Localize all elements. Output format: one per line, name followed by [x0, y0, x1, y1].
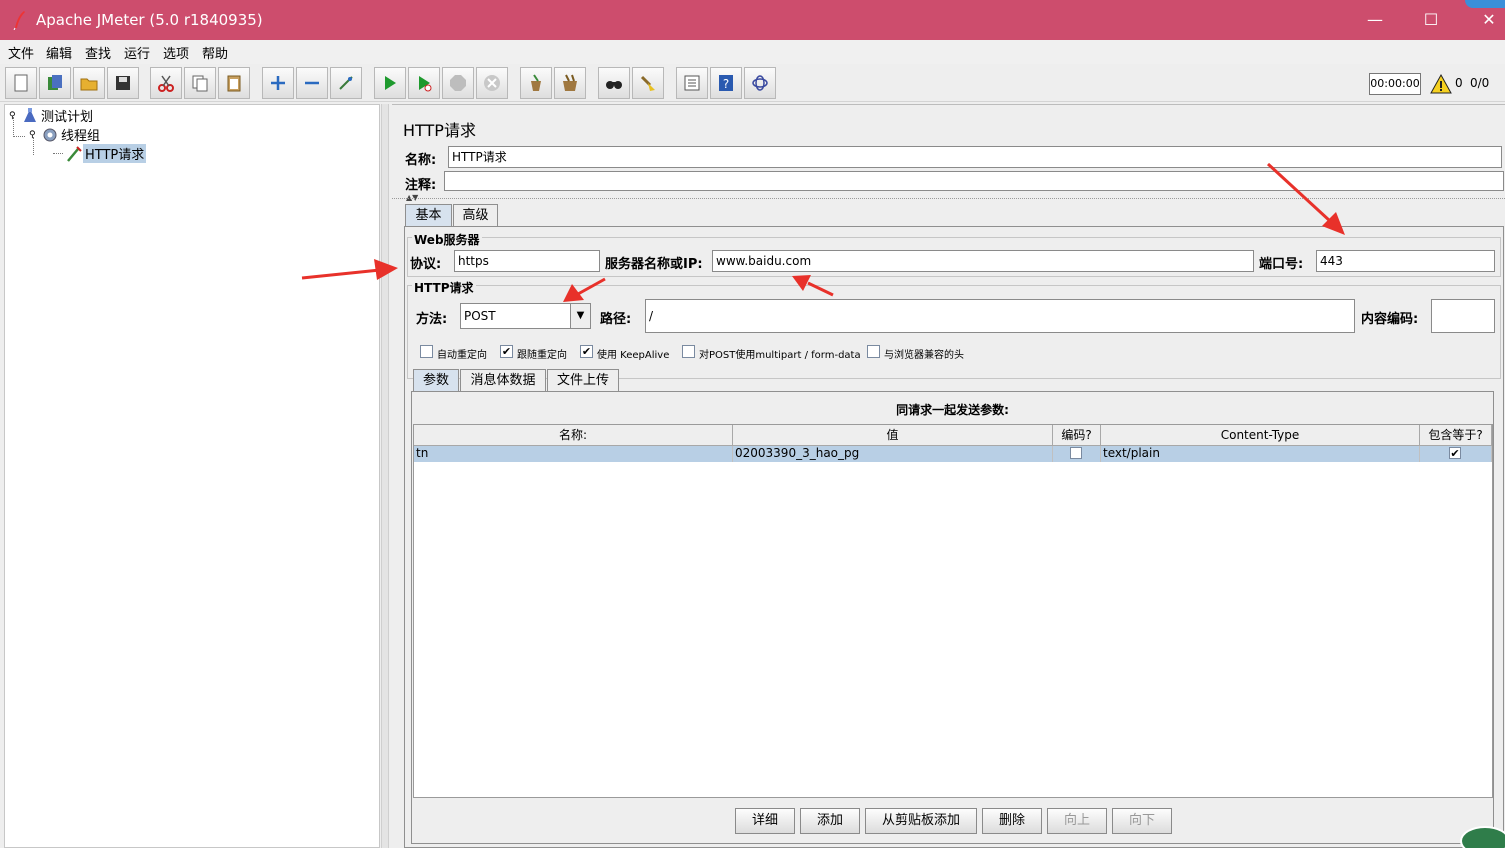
annotation-arrows — [301, 162, 1345, 302]
